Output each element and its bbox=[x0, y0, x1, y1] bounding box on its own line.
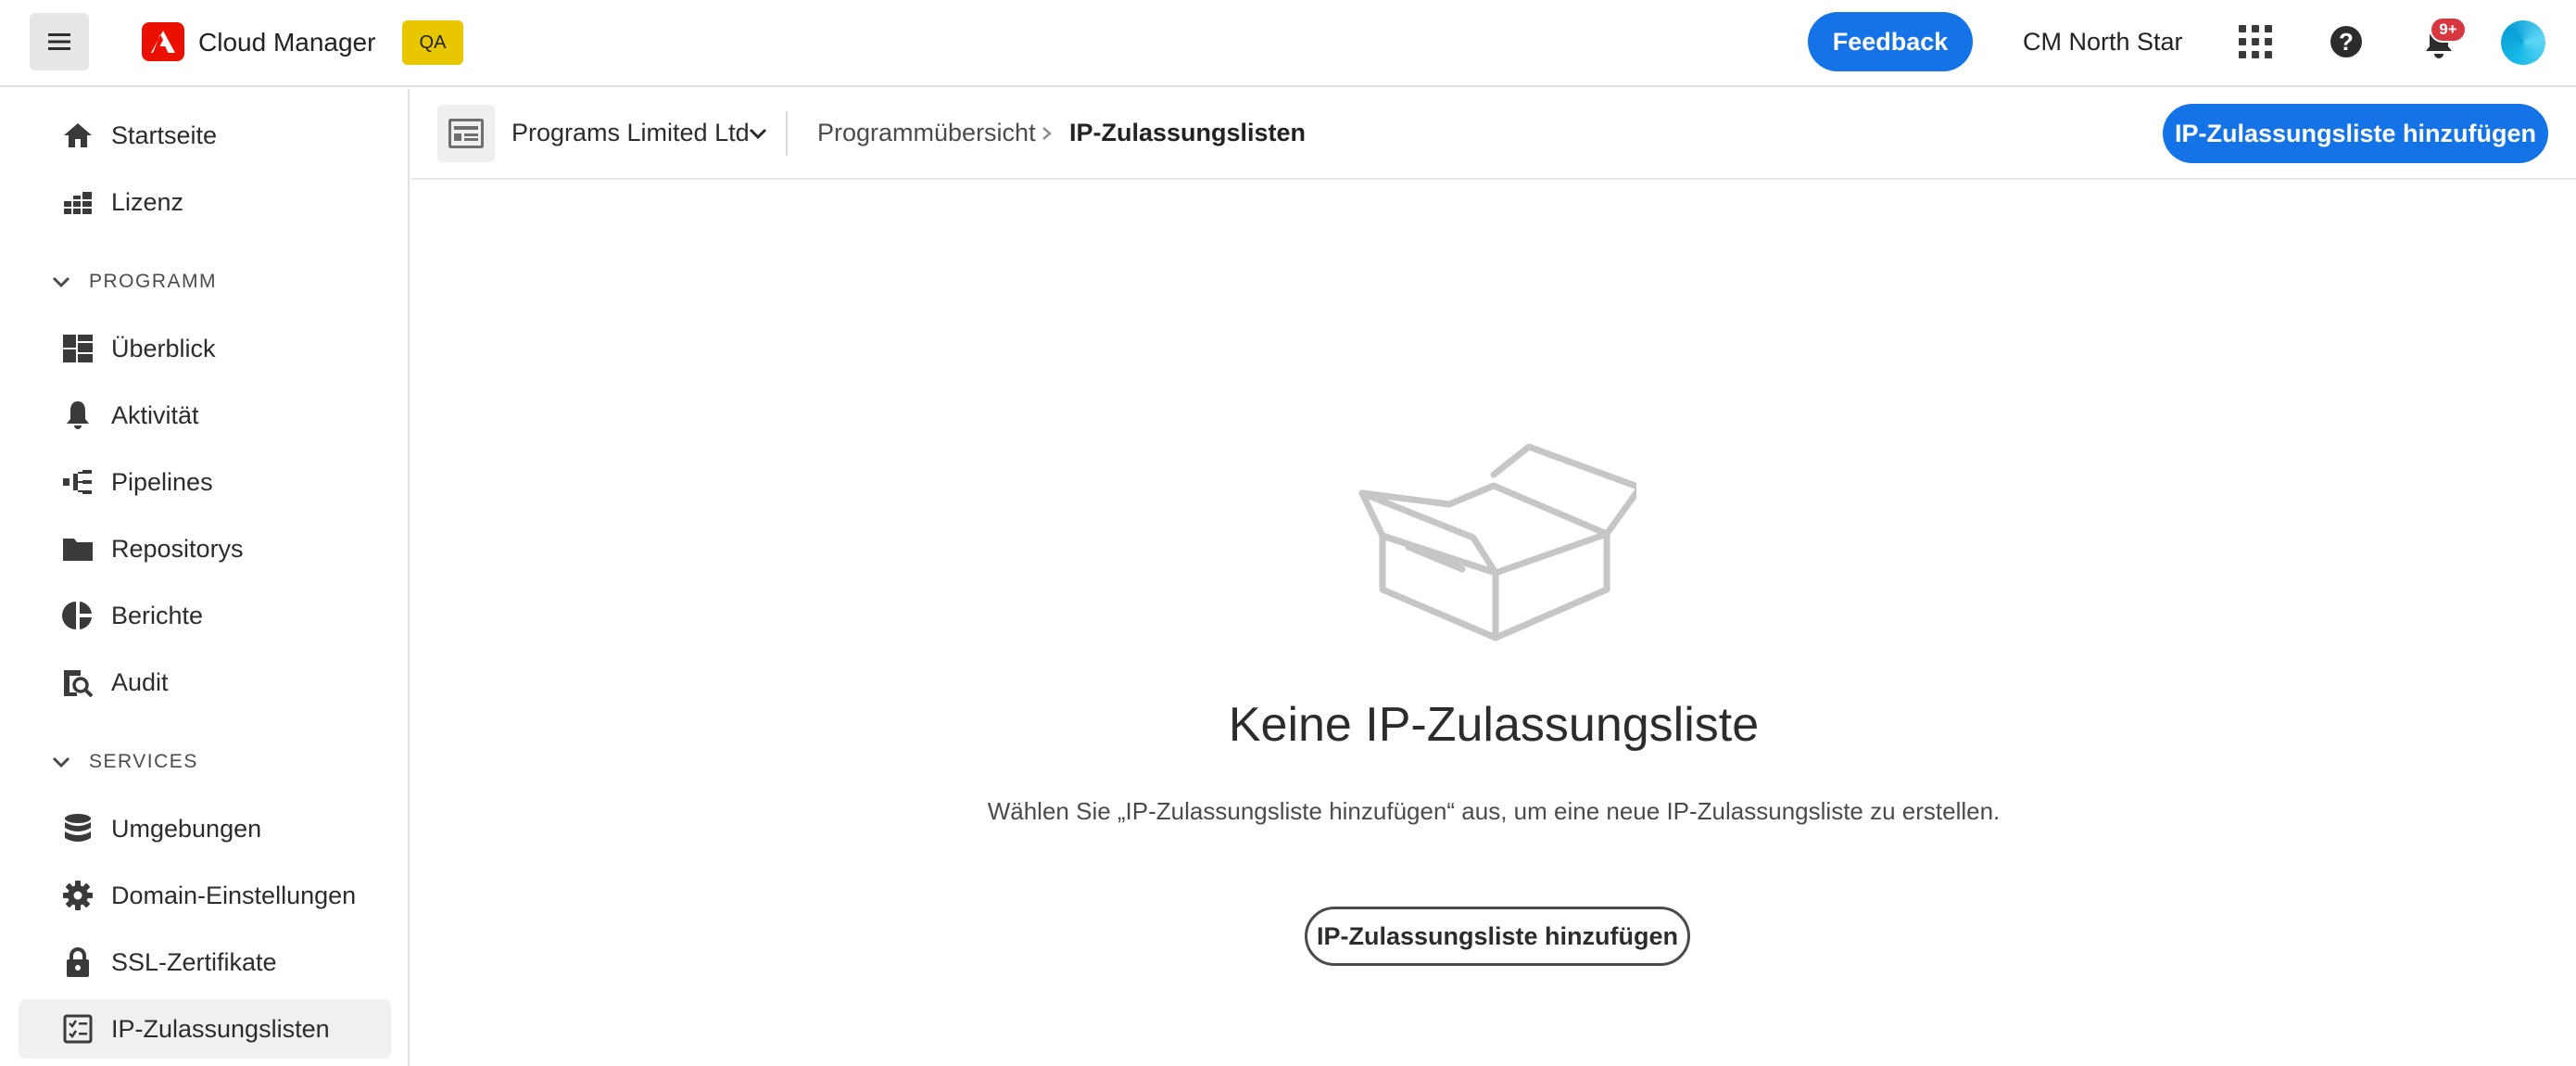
adobe-logo bbox=[142, 22, 184, 61]
lock-icon bbox=[61, 945, 95, 979]
add-ip-allowlist-button[interactable]: IP-Zulassungsliste hinzufügen bbox=[2163, 104, 2548, 163]
top-header: Cloud Manager QA Feedback CM North Star … bbox=[0, 0, 2576, 87]
app-switcher-icon[interactable] bbox=[2239, 25, 2272, 58]
notification-count-badge: 9+ bbox=[2430, 17, 2467, 43]
overview-icon bbox=[61, 332, 95, 365]
environment-badge: QA bbox=[402, 20, 463, 65]
sidebar-item-lizenz[interactable]: Lizenz bbox=[19, 172, 391, 232]
chevron-down-icon bbox=[52, 756, 70, 768]
sidebar-item-label: Domain-Einstellungen bbox=[111, 882, 357, 909]
sidebar-item-label: Berichte bbox=[111, 602, 204, 629]
sidebar-item-ssl-zertifikate[interactable]: SSL-Zertifikate bbox=[19, 933, 391, 992]
hamburger-icon bbox=[48, 33, 70, 50]
sidebar-item-label: Aktivität bbox=[111, 401, 199, 429]
chevron-down-icon[interactable] bbox=[747, 122, 769, 145]
audit-icon bbox=[61, 666, 95, 699]
sidebar-item-startseite[interactable]: Startseite bbox=[19, 106, 391, 165]
home-icon bbox=[61, 119, 95, 152]
checklist-icon bbox=[61, 1012, 95, 1046]
section-toggle-services[interactable]: SERVICES bbox=[50, 743, 198, 780]
feedback-button[interactable]: Feedback bbox=[1808, 12, 1973, 71]
help-icon[interactable]: ? bbox=[2330, 26, 2362, 57]
chevron-right-icon bbox=[1042, 127, 1052, 140]
empty-state-description: Wählen Sie „IP-Zulassungsliste hinzufüge… bbox=[987, 797, 2001, 825]
program-icon bbox=[437, 105, 495, 162]
sidebar-item-label: Repositorys bbox=[111, 535, 244, 563]
database-icon bbox=[61, 812, 95, 845]
user-avatar[interactable] bbox=[2501, 20, 2545, 65]
sidebar-item-label: Audit bbox=[111, 668, 169, 696]
section-toggle-programm[interactable]: PROGRAMM bbox=[50, 263, 217, 300]
breadcrumb-programmuebersicht[interactable]: Programmübersicht bbox=[817, 119, 1036, 147]
sidebar-item-umgebungen[interactable]: Umgebungen bbox=[19, 799, 391, 858]
bell-icon bbox=[61, 399, 95, 432]
org-switcher[interactable]: CM North Star bbox=[2023, 28, 2183, 57]
sidebar-item-label: Umgebungen bbox=[111, 815, 262, 843]
sidebar-item-audit[interactable]: Audit bbox=[19, 653, 391, 712]
sidebar-item-label: Startseite bbox=[111, 121, 218, 149]
sidebar-item-berichte[interactable]: Berichte bbox=[19, 586, 391, 645]
add-ip-allowlist-empty-button[interactable]: IP-Zulassungsliste hinzufügen bbox=[1305, 907, 1690, 966]
app-title[interactable]: Cloud Manager bbox=[198, 28, 375, 57]
sidebar-item-label: IP-Zulassungslisten bbox=[111, 1015, 330, 1043]
license-icon bbox=[61, 185, 95, 219]
sub-header: Programs Limited Ltd Programmübersicht I… bbox=[411, 89, 2576, 180]
open-box-icon bbox=[1358, 443, 1636, 641]
sidebar-item-repositorys[interactable]: Repositorys bbox=[19, 519, 391, 578]
section-title: PROGRAMM bbox=[89, 271, 217, 292]
breadcrumb-current-page: IP-Zulassungslisten bbox=[1069, 119, 1307, 146]
chevron-down-icon bbox=[52, 276, 70, 288]
adobe-icon bbox=[151, 31, 175, 53]
section-title: SERVICES bbox=[89, 751, 198, 772]
reports-icon bbox=[61, 599, 95, 632]
sidebar: Startseite Lizenz PROGRAMM Überblick Akt… bbox=[0, 89, 410, 1066]
sidebar-item-ueberblick[interactable]: Überblick bbox=[19, 319, 391, 378]
pipeline-icon bbox=[61, 465, 95, 499]
divider bbox=[786, 111, 788, 156]
empty-state-title: Keine IP-Zulassungsliste bbox=[1228, 698, 1760, 752]
folder-icon bbox=[61, 532, 95, 565]
sidebar-item-label: SSL-Zertifikate bbox=[111, 948, 277, 976]
menu-toggle-button[interactable] bbox=[30, 13, 89, 70]
sidebar-item-label: Pipelines bbox=[111, 468, 213, 496]
sidebar-item-label: Überblick bbox=[111, 335, 216, 362]
sidebar-item-pipelines[interactable]: Pipelines bbox=[19, 452, 391, 512]
sidebar-item-domain-einstellungen[interactable]: Domain-Einstellungen bbox=[19, 866, 391, 925]
sidebar-item-label: Lizenz bbox=[111, 188, 184, 216]
sidebar-item-aktivitaet[interactable]: Aktivität bbox=[19, 386, 391, 445]
sidebar-item-ip-zulassungslisten[interactable]: IP-Zulassungslisten bbox=[19, 999, 391, 1059]
program-selector[interactable]: Programs Limited Ltd bbox=[511, 119, 750, 147]
gear-icon bbox=[61, 879, 95, 912]
